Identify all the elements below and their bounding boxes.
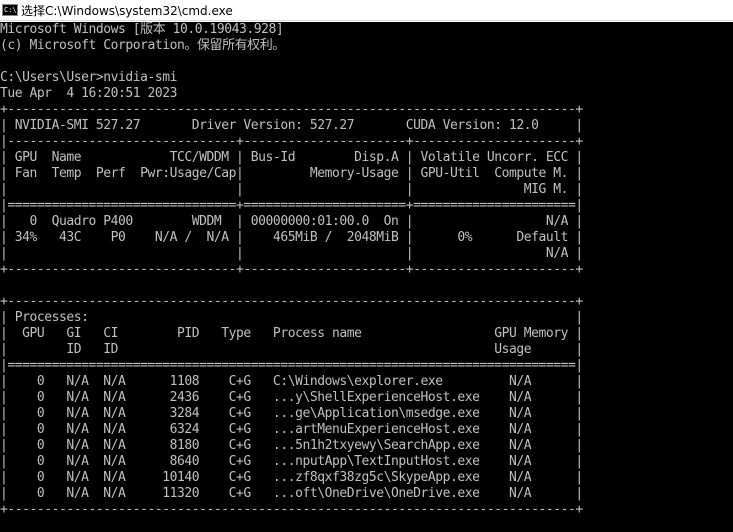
console-line: +---------------------------------------… xyxy=(0,102,583,117)
console-line: | 0 N/A N/A 6324 C+G ...artMenuExperienc… xyxy=(0,422,583,437)
console-line: | 0 N/A N/A 10140 C+G ...zf8qxf38zg5c\Sk… xyxy=(0,470,583,485)
console-line: | GPU GI CI PID Type Process name GPU Me… xyxy=(0,326,583,341)
console-line: | GPU Name TCC/WDDM | Bus-Id Disp.A | Vo… xyxy=(0,150,583,165)
console-line: +-------------------------------+-------… xyxy=(0,262,583,277)
console-line: | 0 N/A N/A 3284 C+G ...ge\Application\m… xyxy=(0,406,583,421)
console-line: | 0 N/A N/A 11320 C+G ...oft\OneDrive\On… xyxy=(0,486,583,501)
console-line: +---------------------------------------… xyxy=(0,502,583,517)
console-line: | Processes: | xyxy=(0,310,583,325)
cmd-app-icon[interactable]: C:\ xyxy=(2,4,18,16)
console-line: | Fan Temp Perf Pwr:Usage/Cap| Memory-Us… xyxy=(0,166,583,181)
console-output[interactable]: Microsoft Windows [版本 10.0.19043.928] (c… xyxy=(0,22,733,532)
console-line: Microsoft Windows [版本 10.0.19043.928] xyxy=(0,22,284,37)
console-line: |=======================================… xyxy=(0,358,583,373)
console-line: | | | MIG M. | xyxy=(0,182,583,197)
console-line: | | | N/A | xyxy=(0,246,583,261)
console-line: | 34% 43C P0 N/A / N/A | 465MiB / 2048Mi… xyxy=(0,230,583,245)
console-line: | NVIDIA-SMI 527.27 Driver Version: 527.… xyxy=(0,118,583,133)
console-line: | 0 N/A N/A 8180 C+G ...5n1h2txyewy\Sear… xyxy=(0,438,583,453)
console-line: |===============================+=======… xyxy=(0,198,583,213)
console-line: | 0 N/A N/A 1108 C+G C:\Windows\explorer… xyxy=(0,374,583,389)
console-line: | 0 N/A N/A 2436 C+G ...y\ShellExperienc… xyxy=(0,390,583,405)
console-line: +---------------------------------------… xyxy=(0,294,583,309)
console-line: | 0 N/A N/A 8640 C+G ...nputApp\TextInpu… xyxy=(0,454,583,469)
console-line: |-------------------------------+-------… xyxy=(0,134,583,149)
console-line: | 0 Quadro P400 WDDM | 00000000:01:00.0 … xyxy=(0,214,583,229)
console-lines: Microsoft Windows [版本 10.0.19043.928] (c… xyxy=(0,22,583,518)
cmd-window: C:\ 选择C:\Windows\system32\cmd.exe Micros… xyxy=(0,0,733,532)
console-line: (c) Microsoft Corporation。保留所有权利。 xyxy=(0,38,285,53)
console-line: | ID ID Usage | xyxy=(0,342,583,357)
console-line: C:\Users\User>nvidia-smi xyxy=(0,70,178,85)
window-title: 选择C:\Windows\system32\cmd.exe xyxy=(21,3,233,18)
title-bar[interactable]: C:\ 选择C:\Windows\system32\cmd.exe xyxy=(0,0,733,21)
console-line: Tue Apr 4 16:20:51 2023 xyxy=(0,86,178,101)
